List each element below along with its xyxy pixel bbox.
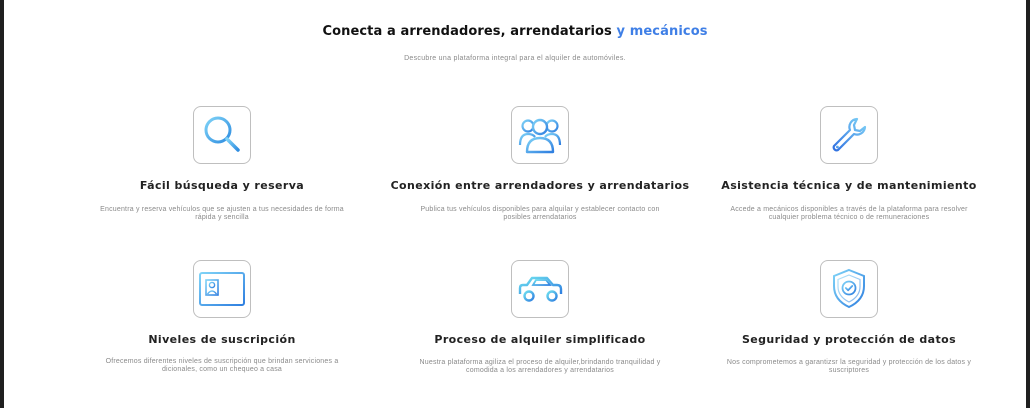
feature-title: Seguridad y protección de datos [741, 333, 957, 346]
section-subtitle: Descubre una plataforma integral para el… [404, 55, 626, 62]
feature-title: Conexión entre arrendadores y arrendatar… [390, 179, 690, 192]
feature-description: Accede a mecánicos disponibles a través … [730, 206, 968, 221]
section-title: Conecta a arrendadores, arrendatarios y … [0, 24, 1030, 39]
feature-description: Nuestra plataforma agiliza el proceso de… [419, 359, 661, 374]
feature-card-data-security: Seguridad y protección de datos Nos comp… [689, 260, 1009, 380]
feature-description: Publica tus vehículos disponibles para a… [420, 206, 660, 221]
wrench-icon [832, 117, 867, 152]
feature-title: Fácil búsqueda y reserva [139, 179, 305, 192]
section-title-main: Conecta a arrendadores, arrendatarios [322, 24, 612, 39]
users-icon [518, 118, 562, 154]
feature-icon-box [511, 260, 569, 318]
section-title-accent: y mecánicos [616, 24, 708, 39]
shield-check-icon [833, 268, 865, 309]
magnifier-icon [204, 116, 240, 152]
car-icon [518, 276, 563, 302]
feature-card-rental-process: Proceso de alquiler simplificado Nuestra… [380, 260, 700, 380]
feature-title: Niveles de suscripción [148, 333, 296, 346]
feature-card-subscription: Niveles de suscripción Ofrecemos diferen… [62, 260, 382, 380]
feature-card-search: Fácil búsqueda y reserva Encuentra y res… [62, 106, 382, 226]
feature-icon-box [820, 260, 878, 318]
feature-icon-box [193, 260, 251, 318]
feature-title: Asistencia técnica y de mantenimiento [721, 179, 977, 192]
feature-icon-box [820, 106, 878, 164]
id-card-icon [199, 272, 245, 306]
feature-icon-box [511, 106, 569, 164]
feature-card-connection: Conexión entre arrendadores y arrendatar… [380, 106, 700, 226]
feature-icon-box [193, 106, 251, 164]
feature-card-maintenance: Asistencia técnica y de mantenimiento Ac… [689, 106, 1009, 226]
feature-title: Proceso de alquiler simplificado [434, 333, 646, 346]
feature-description: Ofrecemos diferentes niveles de suscripc… [105, 358, 339, 373]
feature-description: Encuentra y reserva vehículos que se aju… [100, 206, 344, 221]
feature-description: Nos comprometemos a garantizsr la seguri… [726, 359, 972, 374]
